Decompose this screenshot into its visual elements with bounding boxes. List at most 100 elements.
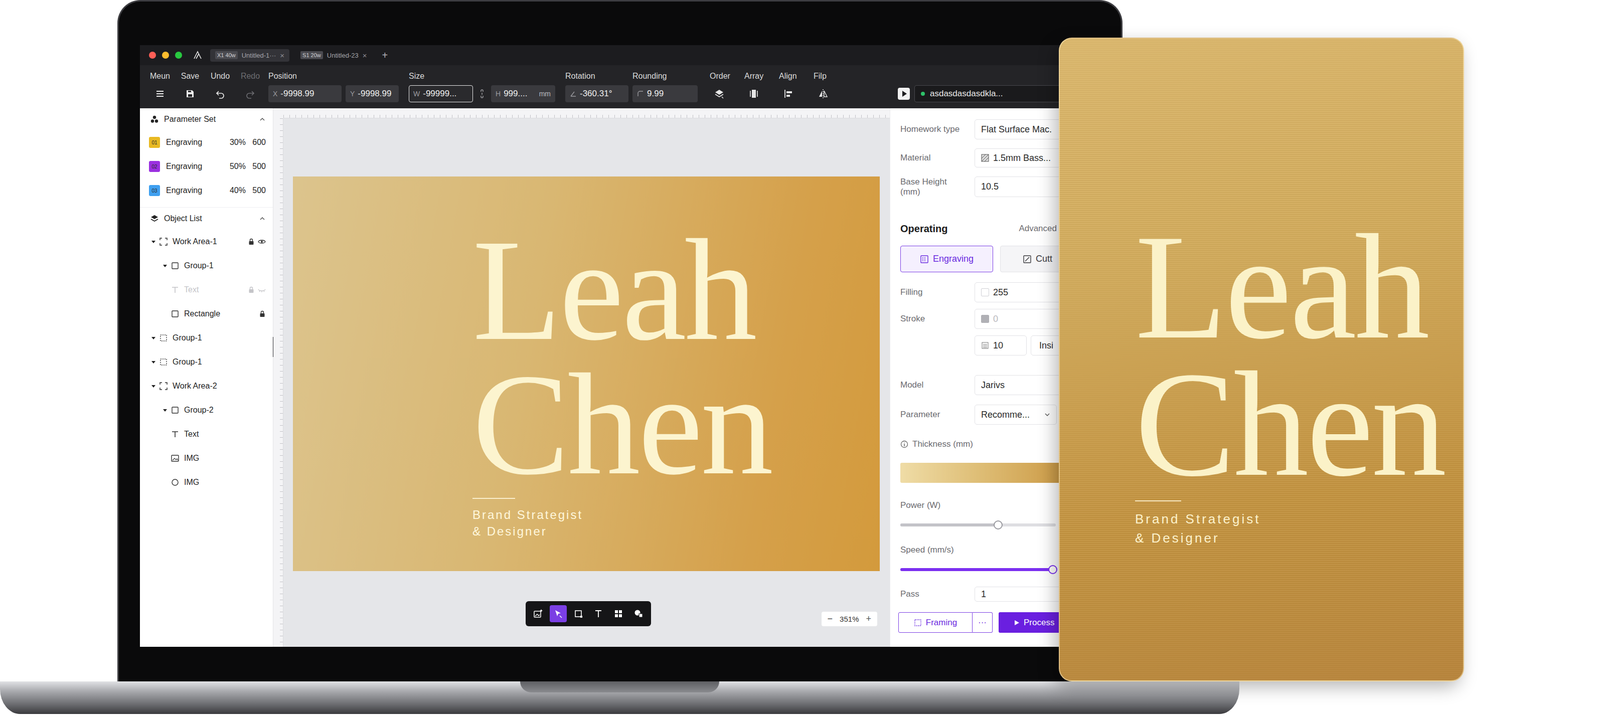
parameter-name: Engraving [166,137,224,147]
tab-close-button[interactable]: × [279,51,285,60]
expand-arrow-icon[interactable] [150,239,156,245]
info-icon[interactable] [900,440,909,449]
thickness-label: Thickness (mm) [912,439,974,450]
mode-label: Engraving [932,253,974,265]
speed-slider[interactable] [900,562,1056,578]
lock-icon[interactable] [247,238,255,246]
document-tab[interactable]: S1 20wUntitled-23× [295,49,372,62]
eye-icon[interactable] [257,238,266,246]
object-list-header[interactable]: Object List [139,207,273,230]
parameter-badge: 01 [148,136,160,148]
rectangle-icon [573,608,584,619]
height-field[interactable]: H999....mm [491,85,556,103]
more-button[interactable]: ··· [972,612,993,633]
lock-icon[interactable] [258,310,266,318]
canvas-tool[interactable] [529,605,547,623]
field-value: -9998.99 [357,88,392,99]
lock-icon[interactable] [247,286,255,294]
design-subtitle-line: Brand Strategist [472,506,880,524]
expand-arrow-icon[interactable] [150,383,156,389]
object-row[interactable]: Group-2 [139,398,273,423]
expand-arrow-icon[interactable] [162,263,168,269]
dropdown-chevron-icon [1044,411,1051,418]
action-label: Meun [149,71,171,82]
object-row[interactable]: Rectangle [139,301,273,327]
advanced-link[interactable]: Advanced [1018,223,1057,234]
design-canvas[interactable]: LeahChenBrand Strategist& Designer −351% + [273,108,890,648]
arrange-tool[interactable]: Filp [813,71,849,103]
object-row[interactable]: IMG [139,470,273,495]
parameter-power: 50% [229,162,246,172]
close-window-button[interactable] [148,51,156,59]
parameter-row[interactable]: 02Engraving50%500 [139,154,273,179]
object-row[interactable]: Group-1 [139,350,273,375]
object-row[interactable]: Work Area-2 [139,374,273,399]
cursor-icon [553,608,564,619]
rotation-field[interactable]: -360.31° [565,85,629,103]
position-field[interactable]: X-9998.99 [268,85,342,103]
parameter-set-header[interactable]: Parameter Set [139,108,273,131]
expand-arrow-icon[interactable] [150,335,156,341]
laptop-base [0,681,1240,715]
stroke-color-swatch[interactable] [981,314,990,324]
object-row[interactable]: Group-1 [139,326,273,351]
device-selector[interactable]: asdasdasdasdkla... [914,85,1065,103]
toolbar-action[interactable]: Save [175,71,206,103]
canvas-tool[interactable] [589,605,607,623]
parameter-row[interactable]: 01Engraving30%600 [139,130,273,155]
arrange-tool[interactable]: Align [778,71,814,103]
canvas-tool[interactable] [569,605,587,623]
mode-tab[interactable]: Engraving [900,245,994,273]
link-icon[interactable] [476,88,488,99]
toolbar-action[interactable]: Redo [235,71,266,103]
toolbar-action[interactable]: Meun [144,71,176,103]
stroke-width-field[interactable]: 10 [974,335,1027,356]
canvas-tool[interactable] [549,605,567,623]
expand-arrow-icon[interactable] [150,359,156,365]
object-row[interactable]: Text [139,277,273,302]
field-value: -99999... [422,88,457,99]
field-value: -9998.99 [280,88,314,99]
object-row[interactable]: IMG [139,446,273,471]
rotation-group: Rotation-360.31° [565,71,629,103]
document-tab[interactable]: X1 40wUntitled-1···× [210,49,290,62]
slider-thumb[interactable] [1048,565,1058,575]
vertical-ruler [273,118,284,648]
minimize-window-button[interactable] [162,51,170,59]
power-slider[interactable] [900,517,1056,533]
canvas-tool[interactable] [629,605,648,623]
fill-color-swatch[interactable] [981,288,990,297]
eye-closed-icon[interactable] [257,286,266,294]
object-row[interactable]: Text [139,422,273,447]
redo-icon [245,88,256,99]
arrange-tool[interactable]: Array [744,71,779,103]
position-field[interactable]: Y-9998.99 [345,85,399,103]
zoom-out-button[interactable]: − [827,613,834,625]
parameter-dropdown[interactable]: Recomme... [974,404,1057,425]
collapse-chevron-icon [258,215,266,223]
arrange-tool[interactable]: Order [709,71,745,103]
parameter-speed: 600 [251,137,266,147]
parameter-name: Engraving [166,162,224,172]
parameter-row[interactable]: 03Engraving40%500 [139,178,273,203]
business-card-design[interactable]: LeahChenBrand Strategist& Designer [292,176,880,572]
zoom-level[interactable]: 351% [839,614,859,624]
text-tool-icon [593,608,604,619]
app-logo-icon [193,50,203,60]
rounding-field[interactable]: 9.99 [632,85,698,103]
run-preview-icon[interactable] [897,87,911,101]
canvas-tool[interactable] [609,605,627,623]
object-row[interactable]: Work Area-1 [139,229,273,254]
tab-close-button[interactable]: × [362,51,368,60]
work-area: LeahChenBrand Strategist& Designer [283,118,890,648]
object-row[interactable]: Group-1 [139,253,273,278]
image-icon [170,453,180,463]
zoom-window-button[interactable] [175,51,183,59]
slider-thumb[interactable] [993,520,1003,530]
new-tab-button[interactable]: + [381,49,388,62]
toolbar-action[interactable]: Undo [205,71,236,103]
framing-button[interactable]: Framing [898,612,973,633]
expand-arrow-icon[interactable] [162,407,168,413]
zoom-in-button[interactable]: + [865,613,872,625]
width-field[interactable]: W-99999... [408,85,473,103]
